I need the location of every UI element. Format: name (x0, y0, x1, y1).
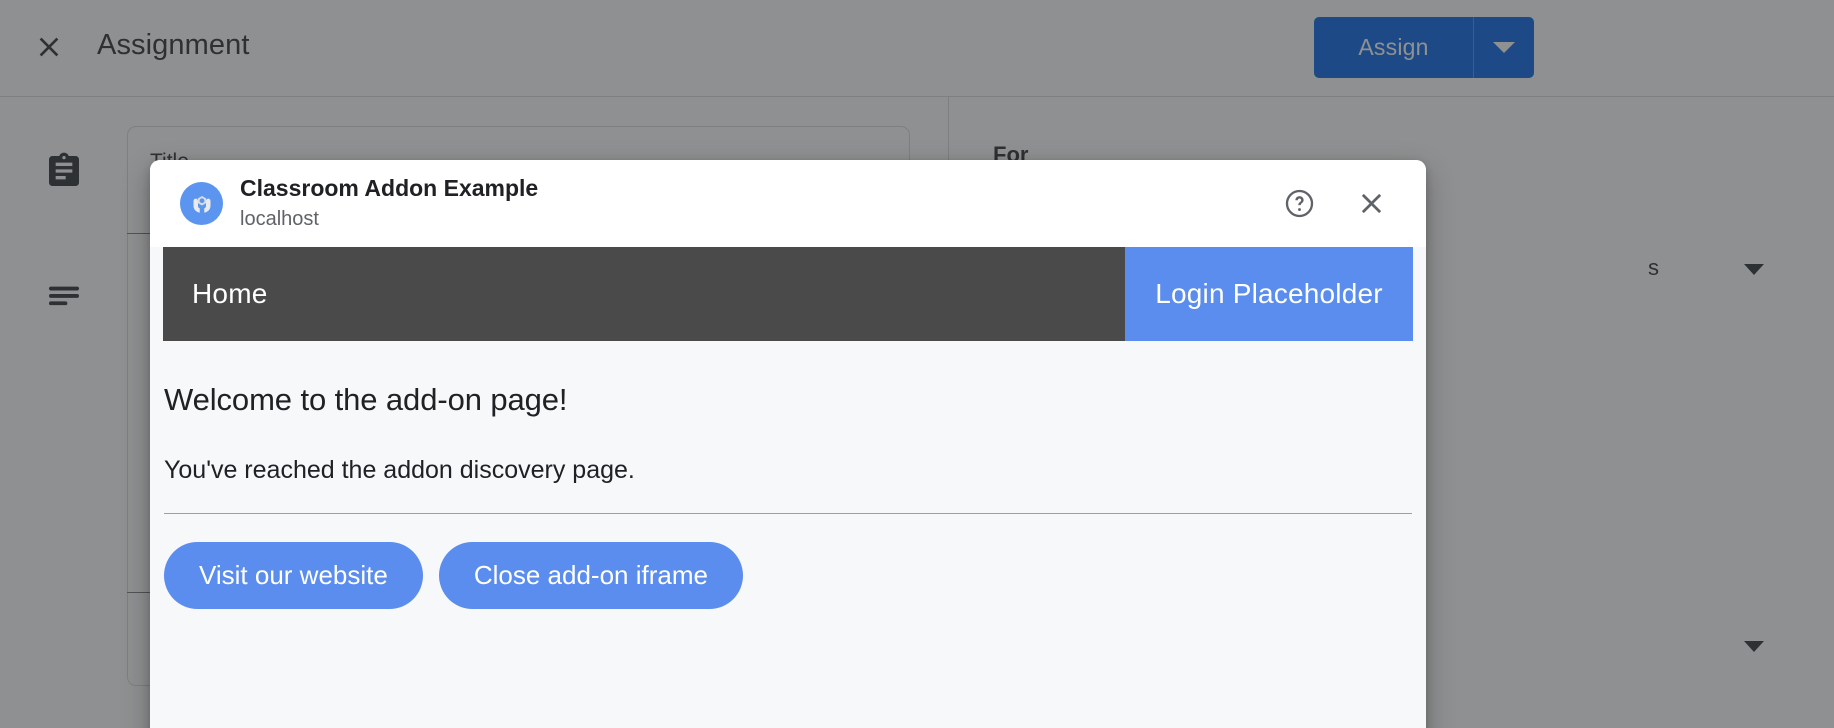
screen: Assignment Assign Title (0, 0, 1834, 728)
login-placeholder-label: Login Placeholder (1155, 278, 1383, 309)
addon-navbar: Home Login Placeholder (163, 247, 1413, 341)
help-circle-icon (1285, 189, 1313, 218)
content-divider (164, 513, 1412, 514)
addon-dialog: Classroom Addon Example localhost Home L… (150, 160, 1426, 728)
login-placeholder-button[interactable]: Login Placeholder (1125, 247, 1413, 341)
close-addon-iframe-button[interactable]: Close add-on iframe (438, 542, 743, 609)
dialog-title: Classroom Addon Example (240, 175, 539, 202)
addon-paragraph: You've reached the addon discovery page. (164, 456, 635, 484)
visit-our-website-button[interactable]: Visit our website (164, 542, 423, 609)
dialog-close-button[interactable] (1348, 181, 1394, 227)
addon-app-icon (180, 182, 223, 225)
dialog-header: Classroom Addon Example localhost (150, 160, 1426, 247)
nav-home-link[interactable]: Home (192, 278, 268, 310)
addon-action-buttons: Visit our website Close add-on iframe (164, 542, 1412, 609)
dialog-subtitle: localhost (240, 207, 319, 230)
dialog-title-block: Classroom Addon Example localhost (240, 174, 538, 232)
help-button[interactable] (1276, 181, 1322, 227)
close-icon (1361, 193, 1381, 214)
addon-logo-icon (193, 195, 210, 213)
navbar-brand-area[interactable]: Home (163, 247, 1125, 341)
addon-heading: Welcome to the add-on page! (164, 382, 568, 417)
addon-content: Welcome to the add-on page! You've reach… (163, 382, 1413, 609)
addon-iframe: Home Login Placeholder Welcome to the ad… (150, 247, 1426, 728)
dialog-header-actions (1276, 181, 1404, 227)
